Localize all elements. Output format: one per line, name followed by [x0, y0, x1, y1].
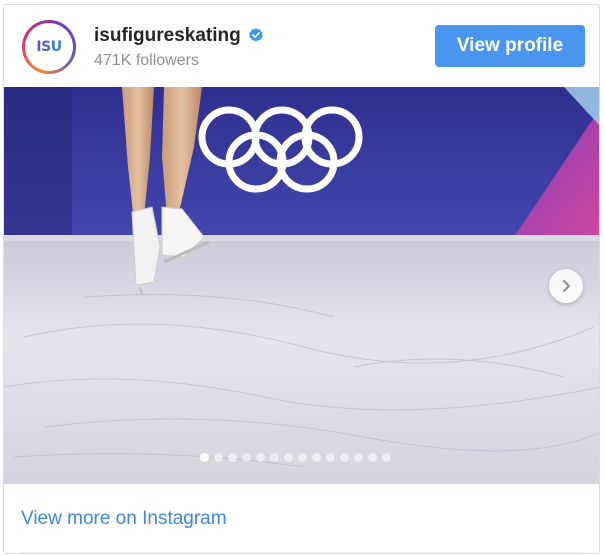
isu-logo: ISU [28, 26, 70, 68]
follower-count: 471K followers [94, 52, 199, 69]
carousel-dot [228, 453, 237, 462]
carousel-dot [326, 453, 335, 462]
carousel-dot [382, 453, 391, 462]
carousel-dot [242, 453, 251, 462]
carousel-dot [200, 453, 209, 462]
carousel-indicators [200, 453, 391, 462]
post-image[interactable] [4, 87, 599, 484]
next-slide-button[interactable] [549, 269, 583, 303]
post-footer: View more on Instagram [4, 484, 599, 553]
post-header: ISU isufigureskating 471K followers View… [4, 5, 599, 87]
carousel-dot [298, 453, 307, 462]
figure-skating-photo [4, 87, 599, 484]
carousel-dot [214, 453, 223, 462]
carousel-dot [256, 453, 265, 462]
username-row: isufigureskating [94, 25, 265, 47]
instagram-embed-card: ISU isufigureskating 471K followers View… [3, 4, 600, 554]
avatar[interactable]: ISU [22, 20, 76, 74]
view-more-link[interactable]: View more on Instagram [21, 508, 227, 530]
carousel-dot [368, 453, 377, 462]
divider [21, 552, 582, 553]
verified-badge-icon [249, 28, 263, 42]
username[interactable]: isufigureskating [94, 25, 241, 47]
carousel-dot [312, 453, 321, 462]
carousel-dot [340, 453, 349, 462]
carousel-dot [284, 453, 293, 462]
view-profile-button[interactable]: View profile [435, 25, 585, 67]
carousel-dot [270, 453, 279, 462]
avatar-logo-text: ISU [36, 39, 62, 55]
chevron-right-icon [563, 280, 570, 292]
carousel-dot [354, 453, 363, 462]
